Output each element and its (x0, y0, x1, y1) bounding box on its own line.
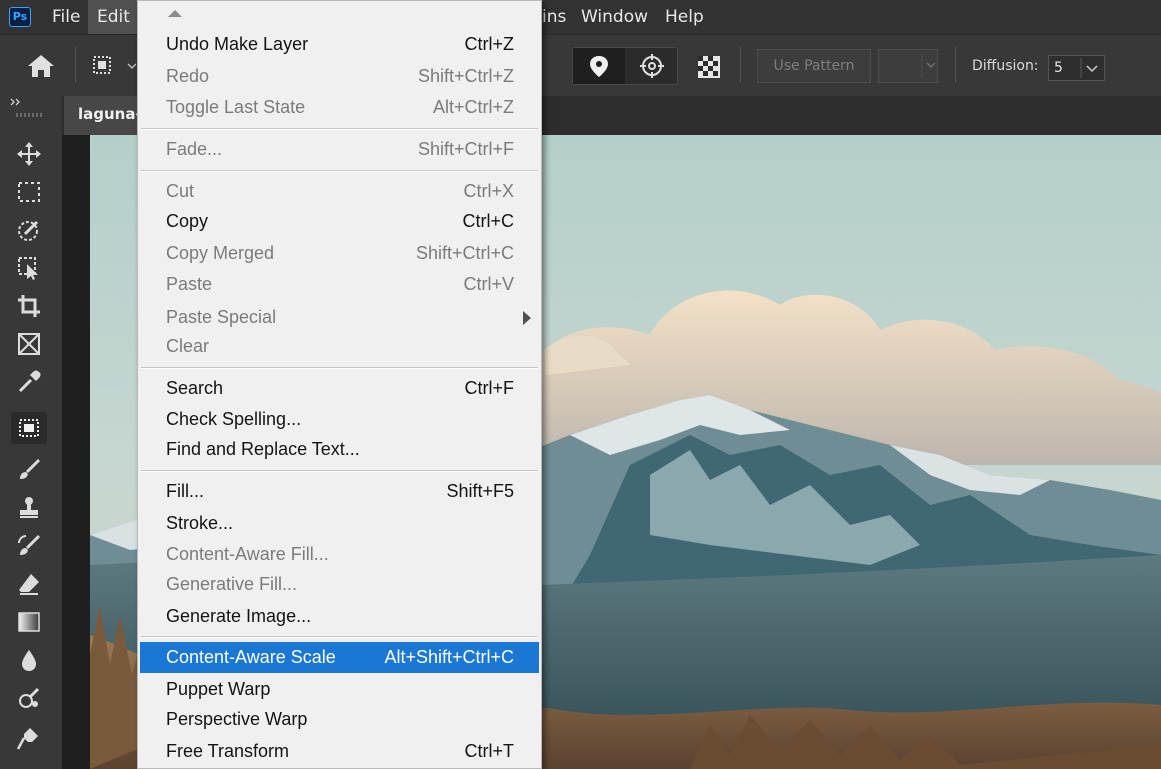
dodge-tool[interactable] (11, 682, 47, 714)
menu-item-copy[interactable]: Copy Ctrl+C (140, 206, 539, 236)
menu-separator (141, 636, 538, 638)
chevron-down-icon (1080, 58, 1098, 78)
diffusion-label: Diffusion: (972, 58, 1039, 74)
edit-menu-dropdown: Undo Make Layer Ctrl+Z Redo Shift+Ctrl+Z T… (137, 0, 542, 769)
menu-item-check-spelling[interactable]: Check Spelling... (140, 404, 539, 434)
tool-preset-picker[interactable] (90, 53, 137, 83)
menu-item-free-transform[interactable]: Free Transform Ctrl+T (140, 736, 539, 766)
menu-item-copy-merged[interactable]: Copy Merged Shift+Ctrl+C (140, 238, 539, 268)
eraser-icon (19, 574, 39, 595)
menu-item-find-replace[interactable]: Find and Replace Text... (140, 434, 539, 464)
menu-window[interactable]: Window (572, 0, 657, 34)
quick-selection-tool[interactable] (11, 214, 47, 246)
pen-tool[interactable] (11, 722, 47, 754)
pen-icon (16, 728, 38, 750)
pin-icon (590, 56, 608, 77)
photoshop-logo: Ps (9, 7, 31, 27)
menu-item-content-aware-fill[interactable]: Content-Aware Fill... (140, 539, 539, 569)
grip-icon[interactable] (16, 111, 44, 119)
menu-item-generate-image[interactable]: Generate Image... (140, 601, 539, 631)
home-icon (28, 55, 54, 77)
gradient-tool[interactable] (11, 606, 47, 638)
marquee-icon (18, 182, 40, 202)
stamp-icon (20, 497, 38, 518)
stamp-tool[interactable] (11, 492, 47, 524)
source-button[interactable] (573, 48, 625, 84)
menu-item-content-aware-scale[interactable]: Content-Aware Scale Alt+Shift+Ctrl+C (140, 642, 539, 673)
history-brush-icon (18, 534, 41, 555)
eraser-tool[interactable] (11, 568, 47, 600)
history-brush-tool[interactable] (11, 530, 47, 562)
object-selection-icon (18, 257, 38, 280)
crop-icon (18, 295, 40, 317)
transparent-toggle[interactable] (697, 55, 721, 83)
target-icon (640, 54, 664, 78)
quick-selection-icon (18, 220, 39, 241)
scroll-up-arrow-icon[interactable] (168, 10, 182, 17)
menu-separator (141, 170, 538, 172)
patch-tool-icon (93, 56, 137, 74)
menu-item-perspective-warp[interactable]: Perspective Warp (140, 704, 539, 734)
object-selection-tool[interactable] (11, 252, 47, 284)
pattern-picker[interactable] (878, 49, 938, 83)
menu-item-redo[interactable]: Redo Shift+Ctrl+Z (140, 61, 539, 91)
menu-separator (141, 367, 538, 369)
menu-item-puppet-warp[interactable]: Puppet Warp (140, 674, 539, 704)
menu-item-toggle-last-state[interactable]: Toggle Last State Alt+Ctrl+Z (140, 92, 539, 122)
healing-tool[interactable] (11, 412, 47, 444)
brush-tool[interactable] (11, 454, 47, 486)
menu-item-search[interactable]: Search Ctrl+F (140, 373, 539, 403)
eyedropper-icon (18, 370, 41, 393)
home-button[interactable] (26, 53, 56, 83)
frame-tool[interactable] (11, 328, 47, 360)
separator (75, 47, 76, 83)
menu-help[interactable]: Help (656, 0, 713, 34)
menu-item-fill[interactable]: Fill... Shift+F5 (140, 476, 539, 506)
menu-file[interactable]: File (43, 0, 89, 34)
menu-item-cut[interactable]: Cut Ctrl+X (140, 176, 539, 206)
menu-edit[interactable]: Edit (88, 0, 139, 34)
healing-icon (19, 419, 39, 437)
separator (955, 47, 956, 83)
dodge-icon (19, 687, 40, 708)
blur-tool[interactable] (11, 644, 47, 676)
tools-panel (0, 96, 62, 769)
checkerboard-icon (698, 56, 720, 78)
destination-button[interactable] (626, 48, 678, 84)
move-tool[interactable] (11, 138, 47, 170)
brush-icon (20, 458, 41, 479)
diffusion-select[interactable]: 5 (1048, 55, 1105, 81)
eyedropper-tool[interactable] (11, 366, 47, 398)
frame-icon (18, 333, 40, 355)
menu-item-undo[interactable]: Undo Make Layer Ctrl+Z (140, 29, 539, 59)
menu-separator (141, 470, 538, 472)
menu-separator (141, 128, 538, 130)
chevron-down-icon (921, 54, 936, 78)
expand-panel-icon[interactable] (9, 96, 23, 108)
mode-toggle-group (572, 47, 678, 85)
diffusion-value: 5 (1054, 60, 1063, 76)
gradient-icon (18, 612, 40, 632)
marquee-tool[interactable] (11, 176, 47, 208)
menu-item-paste[interactable]: Paste Ctrl+V (140, 269, 539, 299)
menu-item-fade[interactable]: Fade... Shift+Ctrl+F (140, 134, 539, 164)
menu-item-paste-special[interactable]: Paste Special (140, 302, 539, 332)
separator (740, 47, 741, 83)
use-pattern-button[interactable]: Use Pattern (757, 49, 871, 83)
crop-tool[interactable] (11, 290, 47, 322)
menu-item-clear[interactable]: Clear (140, 331, 539, 361)
move-icon (17, 142, 41, 166)
submenu-arrow-icon (523, 311, 531, 325)
menu-item-stroke[interactable]: Stroke... (140, 508, 539, 538)
menu-item-generative-fill[interactable]: Generative Fill... (140, 569, 539, 599)
blur-icon (22, 650, 36, 671)
